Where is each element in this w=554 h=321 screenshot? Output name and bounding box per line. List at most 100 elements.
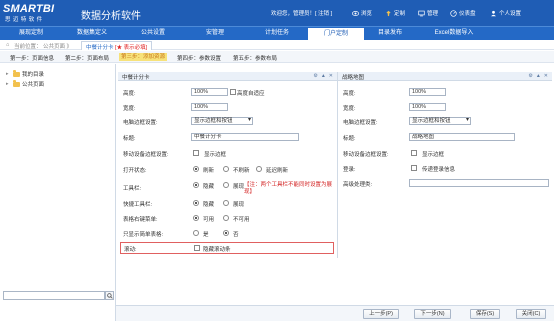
manage-button[interactable]: 管理 — [418, 8, 438, 18]
simple-table-label: 只显示简单表格: — [123, 232, 164, 238]
open-state-delay-radio[interactable] — [256, 166, 262, 172]
nav-item-security[interactable]: 安管理 — [184, 27, 246, 40]
nav-item-schedule[interactable]: 计划任务 — [246, 27, 308, 40]
welcome-text[interactable]: 欢迎您，管理员！[ 注销 ] — [271, 9, 332, 17]
toolbar-hide-radio[interactable] — [193, 182, 199, 188]
open-state-norefresh-label: 不刷新 — [233, 168, 250, 174]
open-state-label: 打开状态: — [123, 168, 147, 174]
border-label: 电脑边框设置: — [343, 120, 378, 126]
simple-table-no-label: 否 — [233, 232, 239, 238]
advanced-handler-input[interactable] — [409, 179, 549, 187]
settings-icon[interactable]: ⚙ — [528, 73, 532, 79]
dashboard-button[interactable]: 仪表盘 — [450, 8, 476, 18]
save-button[interactable]: 保存(S) — [470, 309, 500, 319]
step-3[interactable]: 第三步：添加资源 — [119, 53, 168, 61]
toolbar-label: 工具栏: — [123, 186, 142, 192]
width-input[interactable]: 100% — [191, 103, 228, 111]
mobile-border-checkbox[interactable] — [411, 150, 417, 156]
height-label: 高度: — [343, 91, 356, 97]
tree-item-public-pages[interactable]: ▸ 公共页面 — [6, 80, 44, 88]
tree-search-button[interactable] — [105, 291, 114, 300]
panel-header: 中餐计分卡 ⚙ ▲ ✕ — [118, 72, 337, 81]
simple-table-yes-radio[interactable] — [193, 230, 199, 236]
hide-scrollbar-label: 隐藏滚动条 — [203, 247, 231, 253]
close-button[interactable]: 关闭(C) — [516, 309, 546, 319]
browse-label: 浏览 — [361, 11, 373, 17]
login-row: 登录: 传递登录信息 — [338, 163, 552, 173]
advanced-label: 高级处理类: — [343, 182, 373, 188]
nav-item-display-custom[interactable]: 展现定制 — [0, 27, 62, 40]
close-icon[interactable]: ✕ — [544, 73, 548, 79]
quick-toolbar-hide-label: 隐藏 — [203, 202, 215, 208]
width-input[interactable]: 100% — [409, 103, 446, 111]
table-menu-enabled-label: 可用 — [203, 217, 215, 223]
mobile-border-checkbox[interactable] — [193, 150, 199, 156]
scroll-row: 滚动: 隐藏滚动条 — [120, 242, 334, 254]
nav-item-excel-import[interactable]: Excel数据导入 — [416, 27, 492, 40]
auto-fit-checkbox[interactable] — [230, 89, 236, 95]
personal-settings-button[interactable]: 个人设置 — [490, 8, 521, 18]
quick-toolbar-hide-radio[interactable] — [193, 200, 199, 206]
open-state-delay-label: 延迟刷新 — [266, 168, 289, 174]
tree-search-input[interactable] — [3, 291, 105, 300]
panel-title: 中餐计分卡 — [122, 75, 150, 81]
border-select[interactable]: 显示边框和按钮 — [409, 117, 471, 125]
wizard-footer: 上一步(P) 下一步(N) 保存(S) 关闭(C) — [116, 305, 554, 321]
title-label: 标题: — [123, 136, 136, 142]
nav-item-dataset[interactable]: 数据集定义 — [62, 27, 122, 40]
nav-item-public-settings[interactable]: 公共设置 — [122, 27, 184, 40]
border-select[interactable]: 显示边框和按钮 — [191, 117, 253, 125]
step-4[interactable]: 第四步：参数设置 — [177, 54, 221, 62]
step-2[interactable]: 第二步：页面布局 — [65, 54, 109, 62]
open-state-refresh-radio[interactable] — [193, 166, 199, 172]
customize-button[interactable]: 定制 — [385, 8, 405, 18]
open-state-norefresh-radio[interactable] — [223, 166, 229, 172]
close-icon[interactable]: ✕ — [329, 73, 333, 79]
step-5[interactable]: 第五步：参数布局 — [233, 54, 277, 62]
tab-current-page[interactable]: 中餐计分卡 [★ 表示必填] — [81, 41, 153, 51]
auto-fit-label: 高度自适应 — [237, 91, 265, 97]
pass-login-checkbox[interactable] — [411, 165, 417, 171]
pass-login-label: 传递登录信息 — [422, 167, 456, 173]
title-input[interactable]: 战略地图 — [409, 133, 515, 141]
mobile-border-option: 显示边框 — [422, 152, 445, 158]
panel-title: 战略地图 — [342, 75, 365, 81]
quick-toolbar-show-label: 展现 — [233, 202, 245, 208]
login-label: 登录: — [343, 167, 356, 173]
border-row: 电脑边框设置: 显示边框和按钮 — [118, 116, 337, 126]
expand-icon[interactable]: ▸ — [6, 81, 11, 87]
quick-toolbar-show-radio[interactable] — [223, 200, 229, 206]
height-input[interactable]: 100% — [409, 88, 446, 96]
title-label: 标题: — [343, 136, 356, 142]
tree-item-my-directory[interactable]: ▸ 我的目录 — [6, 70, 44, 78]
table-menu-disabled-radio[interactable] — [223, 215, 229, 221]
collapse-icon[interactable]: ▲ — [536, 73, 541, 79]
previous-button[interactable]: 上一步(P) — [363, 309, 399, 319]
breadcrumb-bar: ⌂ 当前位置： 公共页面 》 中餐计分卡 [★ 表示必填] — [0, 40, 554, 51]
next-button[interactable]: 下一步(N) — [414, 309, 451, 319]
title-row: 标题: 战略地图 — [338, 132, 552, 142]
hide-scrollbar-checkbox[interactable] — [194, 245, 200, 251]
monitor-icon — [418, 10, 425, 16]
browse-button[interactable]: 浏览 — [352, 8, 372, 18]
quick-toolbar-label: 快捷工具栏: — [123, 202, 153, 208]
settings-icon[interactable]: ⚙ — [313, 73, 317, 79]
nav-item-publish[interactable]: 目录发布 — [364, 27, 416, 40]
strategy-map-settings-panel: 战略地图 ⚙ ▲ ✕ 高度: 100% 宽度: 100% 电脑边框设置: 显示边… — [338, 72, 552, 258]
dashboard-label: 仪表盘 — [459, 11, 476, 17]
manage-label: 管理 — [427, 11, 439, 17]
toolbar-row: 工具栏: 隐藏 展现 【注：两个工具栏不能同时设置为展现】 — [118, 180, 337, 198]
table-menu-enabled-radio[interactable] — [193, 215, 199, 221]
expand-icon[interactable]: ▸ — [6, 71, 11, 77]
step-1[interactable]: 第一步：页面信息 — [10, 54, 54, 62]
collapse-icon[interactable]: ▲ — [321, 73, 326, 79]
height-input[interactable]: 100% — [191, 88, 228, 96]
toolbar-show-radio[interactable] — [223, 182, 229, 188]
title-input[interactable]: 中餐计分卡 — [191, 133, 299, 141]
folder-icon — [13, 80, 20, 87]
height-label: 高度: — [123, 91, 136, 97]
mobile-border-label: 移动设备边框设置: — [343, 152, 389, 158]
logo-subtitle: 思迈特软件 — [5, 17, 45, 23]
eye-icon — [352, 10, 359, 16]
simple-table-no-radio[interactable] — [223, 230, 229, 236]
